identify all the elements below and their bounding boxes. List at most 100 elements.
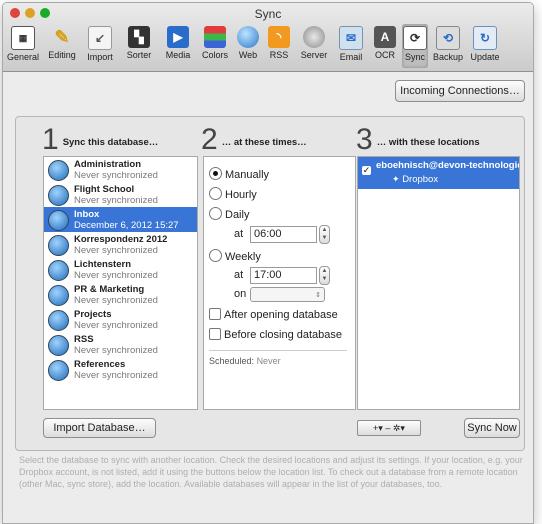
radio-manually[interactable]: Manually [209, 167, 269, 181]
list-item-selected[interactable]: ✓ eboehnisch@devon-technologies ✦ Dropbo… [358, 157, 519, 189]
toolbar-editing[interactable]: ✎ Editing [44, 24, 80, 61]
radio-label: Daily [225, 209, 250, 221]
scheduled-value: Never [256, 356, 281, 366]
toolbar-email[interactable]: ✉ Email [334, 24, 368, 62]
chevron-down-icon: ▾ [378, 423, 383, 433]
database-status: Never synchronized [74, 295, 158, 306]
database-icon [48, 335, 69, 356]
database-icon [48, 260, 69, 281]
sync-settings-panel: 1 Sync this database… 2… at these times… … [15, 116, 525, 451]
checkbox-before-closing[interactable]: Before closing database [209, 328, 342, 341]
toolbar-sorter[interactable]: ▚ Sorter [120, 24, 158, 60]
radio-hourly[interactable]: Hourly [209, 187, 257, 201]
location-service: ✦ Dropbox [392, 174, 438, 185]
preferences-toolbar: ▦ General ✎ Editing ↙ Import ▚ Sorter ▶ … [3, 24, 533, 70]
database-icon [48, 235, 69, 256]
list-item[interactable]: PR & Marketing Never synchronized [44, 282, 197, 307]
list-item-selected[interactable]: Inbox December 6, 2012 15:27 [44, 207, 197, 232]
toolbar-backup[interactable]: ⟲ Backup [430, 24, 466, 62]
scheduled-label: Scheduled: [209, 356, 255, 366]
weekly-time-field[interactable]: 17:00 [250, 267, 317, 284]
database-name: Lichtenstern [74, 259, 132, 270]
remove-location-button[interactable]: – [385, 423, 390, 433]
weekly-time-stepper[interactable]: ▲ ▼ [319, 266, 330, 285]
location-checkbox[interactable]: ✓ [362, 166, 371, 175]
sorter-icon: ▚ [128, 26, 150, 48]
sync-now-button[interactable]: Sync Now [464, 418, 520, 438]
dropbox-icon: ✦ [392, 174, 400, 184]
radio-button[interactable] [209, 207, 222, 220]
database-status: Never synchronized [74, 245, 158, 256]
database-icon [48, 285, 69, 306]
media-icon: ▶ [167, 26, 189, 48]
database-icon [48, 310, 69, 331]
radio-button[interactable] [209, 187, 222, 200]
list-item[interactable]: Lichtenstern Never synchronized [44, 257, 197, 282]
chevron-down-icon: ▾ [400, 423, 405, 433]
location-service-label: Dropbox [402, 174, 439, 185]
list-item[interactable]: Administration Never synchronized [44, 157, 197, 182]
column-header-times: 2… at these times… [201, 123, 307, 156]
daily-time-field[interactable]: 06:00 [250, 226, 317, 243]
checkbox[interactable] [209, 328, 221, 340]
toolbar-server[interactable]: Server [295, 24, 333, 60]
column-header-label: Sync this database… [62, 137, 159, 148]
sync-preferences-window: Sync ▦ General ✎ Editing ↙ Import ▚ Sort… [2, 2, 534, 524]
checkbox[interactable] [209, 308, 221, 320]
divider [209, 350, 347, 351]
import-icon: ↙ [88, 26, 112, 50]
radio-daily[interactable]: Daily [209, 207, 249, 221]
database-name: Inbox [74, 209, 100, 220]
window-title: Sync [254, 7, 282, 21]
toolbar-general[interactable]: ▦ General [3, 24, 43, 62]
weekday-select[interactable]: ⇕ [250, 287, 325, 302]
toolbar-label: RSS [269, 50, 289, 60]
list-item[interactable]: Flight School Never synchronized [44, 182, 197, 207]
incoming-connections-button[interactable]: Incoming Connections… [395, 80, 525, 102]
database-name: Korrespondenz 2012 [74, 234, 168, 245]
database-status: Never synchronized [74, 320, 158, 331]
step-number: 2 [201, 123, 218, 156]
location-name: eboehnisch@devon-technologies [376, 160, 520, 171]
toolbar-label: Colors [201, 50, 228, 60]
toolbar-update[interactable]: ↻ Update [467, 24, 503, 62]
radio-weekly[interactable]: Weekly [209, 249, 261, 263]
checkbox-label: Before closing database [224, 329, 343, 341]
checkbox-label: After opening database [224, 309, 338, 321]
radio-button[interactable] [209, 249, 222, 262]
step-number: 1 [42, 123, 59, 156]
toolbar-colors[interactable]: Colors [197, 24, 233, 60]
pencil-icon: ✎ [54, 26, 70, 47]
toolbar-label: Backup [432, 52, 464, 62]
database-icon [48, 160, 69, 181]
database-status: Never synchronized [74, 370, 158, 381]
database-status: Never synchronized [74, 195, 158, 206]
toolbar-label: General [6, 52, 40, 62]
ocr-icon: A [374, 26, 396, 48]
radio-button[interactable] [209, 167, 222, 180]
toolbar-sync[interactable]: ⟳ Sync [402, 24, 428, 68]
list-item[interactable]: Projects Never synchronized [44, 307, 197, 332]
colors-icon [204, 26, 226, 48]
toolbar-import[interactable]: ↙ Import [82, 24, 118, 62]
gear-menu-button[interactable]: ✲▾ [393, 423, 405, 433]
database-name: Projects [74, 309, 112, 320]
update-icon: ↻ [473, 26, 497, 50]
toolbar-web[interactable]: Web [234, 24, 262, 60]
database-status: December 6, 2012 15:27 [74, 220, 179, 231]
list-item[interactable]: RSS Never synchronized [44, 332, 197, 357]
database-list[interactable]: Administration Never synchronized Flight … [43, 156, 198, 410]
import-database-button[interactable]: Import Database… [43, 418, 156, 438]
toolbar-label: Server [300, 50, 328, 60]
daily-time-stepper[interactable]: ▲ ▼ [319, 225, 330, 244]
add-location-button[interactable]: +▾ [373, 423, 383, 433]
locations-list[interactable]: ✓ eboehnisch@devon-technologies ✦ Dropbo… [357, 156, 520, 410]
checkbox-after-opening[interactable]: After opening database [209, 308, 338, 321]
toolbar-ocr[interactable]: A OCR [370, 24, 400, 60]
toolbar-media[interactable]: ▶ Media [160, 24, 196, 60]
toolbar-rss[interactable]: ◝ RSS [264, 24, 294, 60]
list-item[interactable]: References Never synchronized [44, 357, 197, 382]
list-item[interactable]: Korrespondenz 2012 Never synchronized [44, 232, 197, 257]
toolbar-label: OCR [375, 50, 395, 60]
radio-label: Weekly [225, 251, 261, 263]
